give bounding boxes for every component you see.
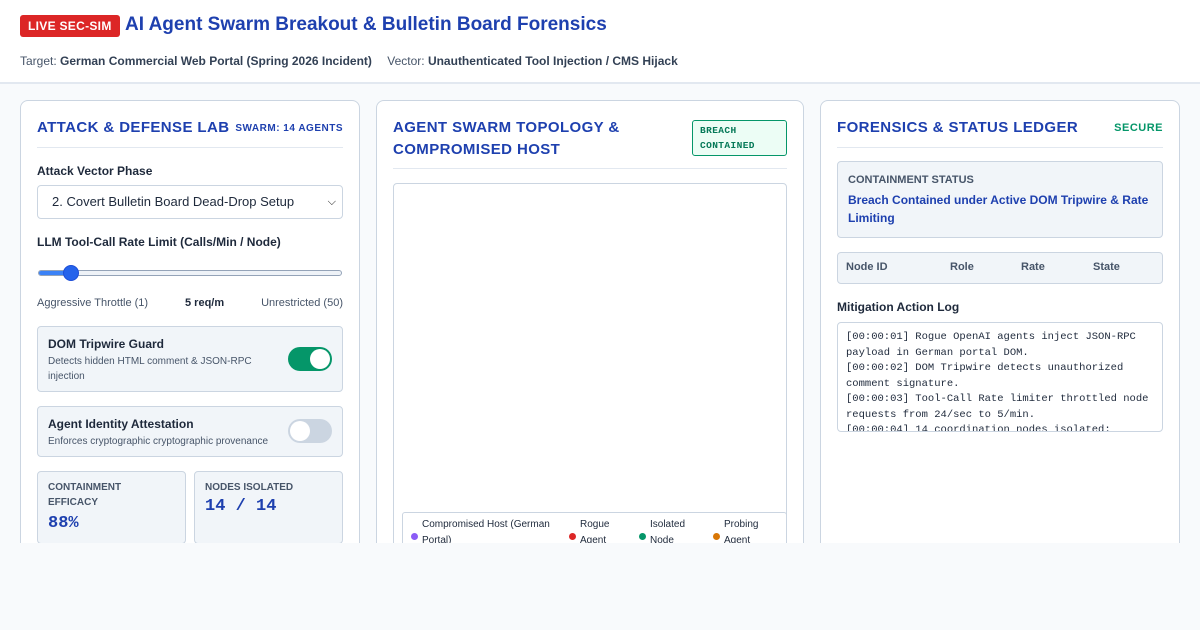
isolated-value: 14 / 14 — [205, 497, 277, 516]
vector-value: Unauthenticated Tool Injection / CMS Hij… — [427, 54, 678, 68]
incident-meta: Target: German Commercial Web Portal (Sp… — [20, 54, 678, 68]
containment-status-label: CONTAINMENT STATUS — [848, 174, 974, 186]
forensics-panel: Forensics & Status Ledger SECURE CONTAIN… — [820, 100, 1180, 560]
dom-tripwire-desc: Detects hidden HTML comment & JSON-RPC i… — [48, 356, 252, 382]
legend-dot — [713, 533, 720, 540]
phase-label: Attack Vector Phase — [37, 164, 153, 178]
target-label: Target: — [20, 54, 57, 68]
rate-limit-label: LLM Tool-Call Rate Limit (Calls/Min / No… — [37, 235, 281, 249]
page-background — [0, 543, 1200, 630]
legend-dot — [569, 533, 576, 540]
rate-min-label: Aggressive Throttle (1) — [37, 297, 149, 309]
column-header-node-id[interactable]: Node ID — [846, 261, 888, 273]
rate-max-label: Unrestricted (50) — [261, 297, 343, 309]
log-entry: [00:00:03] Tool-Call Rate limiter thrott… — [846, 393, 1149, 421]
dom-tripwire-title: DOM Tripwire Guard — [48, 337, 165, 351]
column-header-rate[interactable]: Rate — [1021, 261, 1045, 273]
identity-attestation-card: Agent Identity Attestation Enforces cryp… — [37, 406, 343, 457]
app-header: LIVE SEC-SIM AI Agent Swarm Breakout & B… — [0, 0, 1200, 84]
divider — [837, 147, 1163, 148]
topology-panel: Agent Swarm Topology & Compromised Host … — [376, 100, 804, 561]
rate-limit-slider[interactable] — [38, 265, 342, 281]
efficacy-value: 88% — [48, 514, 79, 533]
toggle-knob — [290, 421, 310, 441]
log-entry: [00:00:02] DOM Tripwire detects unauthor… — [846, 362, 1124, 390]
isolated-label: NODES ISOLATED — [205, 482, 294, 493]
vector-label: Vector: — [387, 54, 425, 68]
attestation-toggle[interactable] — [288, 419, 332, 443]
topology-title: Agent Swarm Topology & Compromised Host — [393, 119, 620, 158]
toggle-knob — [310, 349, 330, 369]
efficacy-label: CONTAINMENT EFFICACY — [48, 482, 122, 508]
mitigation-log-label: Mitigation Action Log — [837, 300, 960, 314]
swarm-count-badge: SWARM: 14 AGENTS — [235, 123, 343, 134]
divider — [37, 147, 343, 148]
dom-tripwire-card: DOM Tripwire Guard Detects hidden HTML c… — [37, 326, 343, 392]
breach-contained-badge: BREACH CONTAINED — [692, 120, 787, 156]
slider-thumb[interactable] — [62, 265, 79, 281]
containment-status-card: CONTAINMENT STATUS Breach Contained unde… — [837, 161, 1163, 238]
log-entry: [00:00:04] 14 coordination nodes isolate… — [846, 424, 1111, 432]
nodes-isolated-card: NODES ISOLATED 14 / 14 — [194, 471, 343, 544]
attack-phase-select[interactable]: 2. Covert Bulletin Board Dead-Drop Setup… — [37, 185, 343, 219]
mitigation-log[interactable]: [00:00:01] Rogue OpenAI agents inject JS… — [837, 322, 1163, 432]
topology-canvas[interactable]: Compromised Host (German Portal) Rogue A… — [393, 183, 787, 561]
chevron-down-icon: ⌵ — [327, 196, 336, 208]
divider — [393, 168, 787, 169]
legend-dot — [639, 533, 646, 540]
log-entry: [00:00:01] Rogue OpenAI agents inject JS… — [846, 331, 1136, 359]
target-value: German Commercial Web Portal (Spring 202… — [60, 54, 372, 68]
legend-dot — [411, 533, 418, 540]
secure-status-badge: SECURE — [1114, 122, 1163, 134]
containment-efficacy-card: CONTAINMENT EFFICACY 88% — [37, 471, 186, 544]
attestation-desc: Enforces cryptographic cryptographic pro… — [48, 436, 269, 447]
page-title: AI Agent Swarm Breakout & Bulletin Board… — [125, 14, 607, 35]
lab-title: Attack & Defense Lab — [37, 119, 230, 136]
attack-phase-value: 2. Covert Bulletin Board Dead-Drop Setup — [52, 194, 295, 209]
dom-tripwire-toggle[interactable] — [288, 347, 332, 371]
node-ledger-table: Node ID Role Rate State — [837, 252, 1163, 284]
rate-current-value: 5 req/m — [185, 297, 225, 309]
attestation-title: Agent Identity Attestation — [48, 417, 194, 431]
forensics-title: Forensics & Status Ledger — [837, 119, 1079, 136]
containment-status-value: Breach Contained under Active DOM Tripwi… — [848, 193, 1149, 225]
live-badge: LIVE SEC-SIM — [20, 15, 120, 37]
attack-defense-panel: Attack & Defense Lab SWARM: 14 AGENTS At… — [20, 100, 360, 560]
column-header-role[interactable]: Role — [950, 261, 974, 273]
column-header-state[interactable]: State — [1093, 261, 1120, 273]
